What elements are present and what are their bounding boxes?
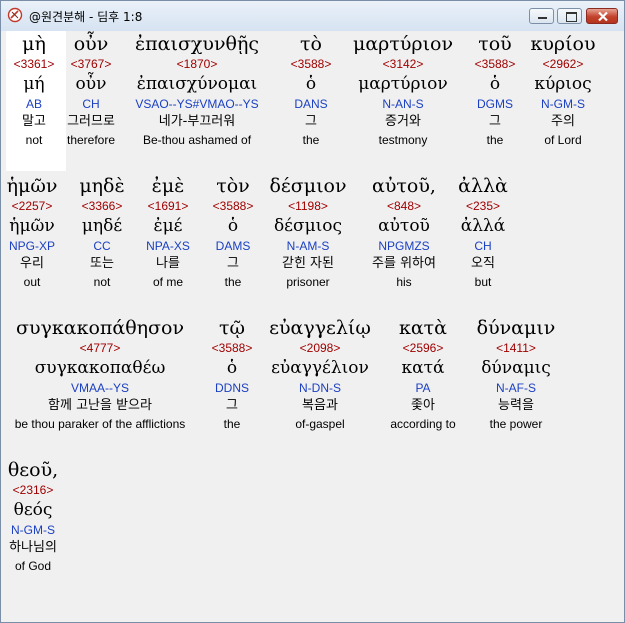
strong-number: <2962>: [542, 57, 584, 71]
close-button[interactable]: [586, 8, 618, 24]
app-icon[interactable]: [7, 7, 23, 23]
greek-word: θεοῦ,: [7, 459, 59, 481]
korean-gloss: 능력을: [498, 398, 534, 413]
word-block[interactable]: δύναμιν <1411> δύναμις N-AF-S 능력을 the power: [416, 317, 616, 432]
word-block[interactable]: θεοῦ, <2316> θεός N-GM-S 하나님의 of God: [0, 459, 133, 574]
lexical-form: ἀλλά: [460, 216, 506, 236]
english-gloss: of Lord: [544, 133, 582, 147]
greek-word: ἀλλὰ: [458, 175, 508, 197]
greek-word: δύναμιν: [476, 317, 556, 339]
minimize-icon: [538, 17, 547, 19]
strong-number: <235>: [465, 199, 501, 213]
parsing-code: N-AF-S: [496, 381, 536, 395]
word-block[interactable]: ἀλλὰ <235> ἀλλά CH 오직 but: [383, 175, 583, 290]
title-bar[interactable]: @원견분해 - 딤후 1:8: [1, 1, 624, 31]
interlinear-panel: μὴ <3361> μή AB 말고 not οὖν <3767> οὖν CH 그러므로 there…: [6, 31, 619, 616]
lexical-form: δύναμις: [481, 358, 551, 378]
lexical-form: κύριος: [534, 74, 592, 94]
parsing-code: N-GM-S: [11, 523, 55, 537]
minimize-button[interactable]: [529, 8, 554, 24]
strong-number: <2316>: [12, 483, 54, 497]
parsing-code: N-GM-S: [541, 97, 585, 111]
parsing-code: CH: [474, 239, 492, 253]
app-window: @원견분해 - 딤후 1:8 μὴ <3361> μή AB 말고 not οὖν <3767…: [0, 0, 625, 623]
korean-gloss: 주의: [551, 114, 575, 129]
korean-gloss: 하나님의: [9, 540, 57, 555]
korean-gloss: 오직: [471, 256, 495, 271]
greek-word: κυρίου: [530, 33, 596, 55]
word-block[interactable]: κυρίου <2962> κύριος N-GM-S 주의 of Lord: [463, 33, 625, 148]
english-gloss: of God: [14, 559, 52, 573]
strong-number: <1411>: [496, 341, 536, 355]
english-gloss: but: [474, 275, 492, 289]
close-icon: [598, 11, 608, 22]
english-gloss: the power: [489, 417, 543, 431]
maximize-button[interactable]: [557, 8, 582, 24]
maximize-icon: [566, 12, 577, 22]
window-title: @원견분해 - 딤후 1:8: [29, 10, 143, 24]
lexical-form: θεός: [13, 500, 53, 520]
